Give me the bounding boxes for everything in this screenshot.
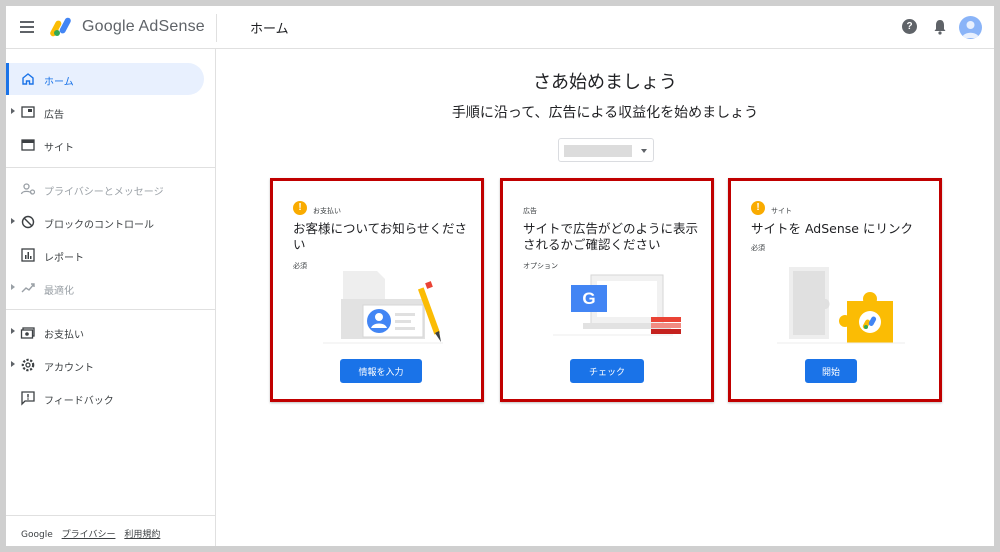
notifications-bell-icon[interactable] <box>932 18 948 36</box>
sidebar-item-label: アカウント <box>44 363 94 374</box>
warning-icon: ! <box>751 201 765 215</box>
topbar-divider <box>216 14 217 42</box>
page-title: ホーム <box>250 22 289 37</box>
payments-icon <box>20 327 35 339</box>
sidebar-item-home[interactable]: ホーム <box>6 63 204 95</box>
reports-icon <box>21 248 35 262</box>
sidebar-divider <box>6 515 216 516</box>
sidebar-item-payments[interactable]: お支払い <box>6 316 204 348</box>
sidebar-item-label: 最適化 <box>44 286 74 297</box>
card-tag: 広告 <box>523 207 537 215</box>
sidebar-item-label: レポート <box>44 253 84 264</box>
card-status: 必須 <box>751 244 765 252</box>
expand-caret-icon <box>11 361 15 367</box>
sidebar-divider <box>6 309 216 310</box>
sidebar-divider <box>6 167 216 168</box>
site-selector-dropdown[interactable] <box>558 138 654 162</box>
chevron-down-icon <box>641 149 647 153</box>
terms-link[interactable]: 利用規約 <box>124 530 160 540</box>
adsense-logo <box>50 17 71 37</box>
sidebar: ホーム 広告 サイト プライバシーとメッセージ ブロックのコントロール レポート <box>6 49 216 546</box>
expand-caret-icon <box>11 108 15 114</box>
card-title: お客様についてお知らせください <box>293 221 468 252</box>
card-status: 必須 <box>293 262 307 270</box>
avatar[interactable] <box>959 16 982 39</box>
sites-icon <box>21 139 35 151</box>
ads-icon <box>21 106 35 118</box>
check-button[interactable]: チェック <box>570 359 644 383</box>
sidebar-item-block-controls[interactable]: ブロックのコントロール <box>6 206 204 238</box>
expand-caret-icon <box>11 218 15 224</box>
sidebar-item-label: サイト <box>44 143 74 154</box>
sidebar-item-account[interactable]: アカウント <box>6 349 204 381</box>
card-ads: 広告 サイトで広告がどのように表示されるかご確認ください オプション G チェッ… <box>500 178 714 402</box>
sidebar-item-label: プライバシーとメッセージ <box>44 187 164 198</box>
sidebar-item-label: お支払い <box>44 330 84 341</box>
start-button[interactable]: 開始 <box>805 359 857 383</box>
account-gear-icon <box>21 358 35 372</box>
block-icon <box>21 215 35 229</box>
sidebar-item-optimization[interactable]: 最適化 <box>6 272 204 304</box>
sidebar-item-reports[interactable]: レポート <box>6 239 204 271</box>
card-payments: ! お支払い お客様についてお知らせください 必須 情報を入力 <box>270 178 484 402</box>
sidebar-item-feedback[interactable]: フィードバック <box>6 382 204 414</box>
sidebar-item-label: 広告 <box>44 110 64 121</box>
screen-preview-illustration <box>553 274 681 336</box>
card-tag: サイト <box>771 207 792 215</box>
home-icon <box>22 73 34 85</box>
avatar-person-icon <box>962 21 979 38</box>
sidebar-item-label: ホーム <box>44 77 74 88</box>
google-g-badge: G <box>571 285 607 312</box>
privacy-icon <box>20 183 36 195</box>
puzzle-link-illustration <box>777 267 905 344</box>
enter-info-button[interactable]: 情報を入力 <box>340 359 422 383</box>
main-title: さあ始めましょう <box>533 72 677 93</box>
card-title: サイトで広告がどのように表示されるかご確認ください <box>523 221 699 252</box>
sidebar-item-sites[interactable]: サイト <box>6 129 204 161</box>
google-footer-text: Google <box>21 530 53 540</box>
privacy-link[interactable]: プライバシー <box>62 530 116 540</box>
card-title: サイトを AdSense にリンク <box>751 221 913 236</box>
warning-icon: ! <box>293 201 307 215</box>
card-tag: お支払い <box>313 207 341 215</box>
feedback-icon <box>21 391 35 406</box>
site-name-redacted <box>564 145 632 157</box>
main-subtitle: 手順に沿って、広告による収益化を始めましょう <box>451 105 759 121</box>
help-icon[interactable]: ? <box>902 19 917 34</box>
brand-name: Google AdSense <box>82 18 205 35</box>
sidebar-footer: Google プライバシー 利用規約 <box>21 527 166 540</box>
sidebar-item-label: ブロックのコントロール <box>44 220 154 231</box>
top-app-bar: Google AdSense ホーム ? <box>6 6 994 49</box>
expand-caret-icon <box>11 284 15 290</box>
menu-icon[interactable] <box>20 18 36 36</box>
sidebar-item-privacy[interactable]: プライバシーとメッセージ <box>6 173 204 205</box>
sidebar-item-ads[interactable]: 広告 <box>6 96 204 128</box>
sidebar-item-label: フィードバック <box>44 396 114 407</box>
optimization-icon <box>21 283 35 293</box>
profile-card-illustration <box>323 271 443 344</box>
expand-caret-icon <box>11 328 15 334</box>
app-window: Google AdSense ホーム ? ホーム 広告 サイト プライバシーとメ… <box>6 6 994 546</box>
card-site: ! サイト サイトを AdSense にリンク 必須 開始 <box>728 178 942 402</box>
